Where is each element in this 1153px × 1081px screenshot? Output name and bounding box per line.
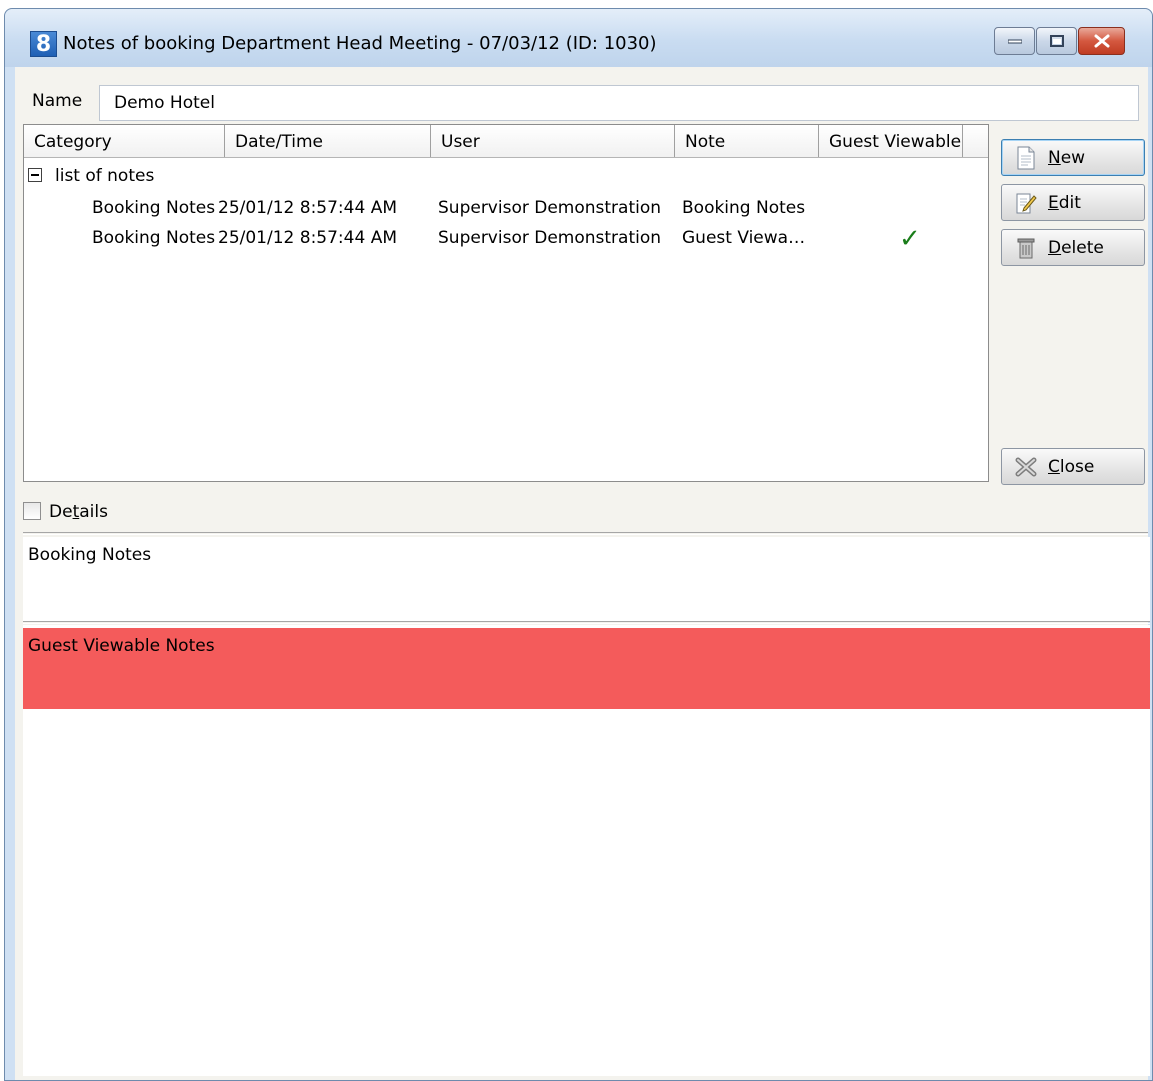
new-label: ew xyxy=(1060,147,1086,168)
cell-note: Guest Viewa… xyxy=(682,228,806,248)
details-checkbox[interactable] xyxy=(23,502,41,520)
grid-header: Category Date/Time User Note Guest Viewa… xyxy=(24,125,988,158)
close-window-button[interactable] xyxy=(1078,27,1125,55)
edit-button[interactable]: Edit xyxy=(1001,184,1145,221)
close-label: lose xyxy=(1059,456,1095,477)
delete-button[interactable]: Delete xyxy=(1001,229,1145,266)
window-title: Notes of booking Department Head Meeting… xyxy=(63,33,657,54)
details-divider xyxy=(23,532,1148,535)
close-label-accel: C xyxy=(1048,456,1060,477)
close-button[interactable]: Close xyxy=(1001,448,1145,485)
new-label-accel: N xyxy=(1048,147,1061,168)
checkmark-icon: ✓ xyxy=(899,224,921,254)
new-button[interactable]: New xyxy=(1001,139,1145,176)
guest-notes-highlight: Guest Viewable Notes xyxy=(23,628,1150,709)
name-row: Name Demo Hotel xyxy=(15,77,1148,121)
details-label[interactable]: Details xyxy=(49,502,108,522)
minimize-button[interactable] xyxy=(994,27,1035,55)
collapse-icon[interactable] xyxy=(28,168,42,182)
name-label: Name xyxy=(32,91,83,111)
trash-icon xyxy=(1014,236,1038,260)
cell-datetime: 25/01/12 8:57:44 AM xyxy=(218,198,397,218)
column-header-datetime[interactable]: Date/Time xyxy=(225,125,431,157)
column-header-note[interactable]: Note xyxy=(675,125,819,157)
new-document-icon xyxy=(1014,146,1038,170)
delete-label: elete xyxy=(1061,237,1104,258)
delete-label-accel: D xyxy=(1048,237,1062,258)
edit-label-accel: E xyxy=(1048,192,1059,213)
edit-icon xyxy=(1014,191,1038,215)
notes-window: 8 Notes of booking Department Head Meeti… xyxy=(4,8,1153,1081)
maximize-icon xyxy=(1049,35,1064,47)
title-bar[interactable]: 8 Notes of booking Department Head Meeti… xyxy=(5,9,1152,67)
close-icon xyxy=(1094,34,1109,48)
app-icon: 8 xyxy=(30,31,57,57)
name-field[interactable]: Demo Hotel xyxy=(99,85,1139,121)
booking-notes-text: Booking Notes xyxy=(28,545,152,565)
cell-note: Booking Notes xyxy=(682,198,806,218)
edit-label: dit xyxy=(1058,192,1081,213)
group-row[interactable]: list of notes xyxy=(28,166,154,186)
cell-category: Booking Notes xyxy=(92,228,216,248)
details-label-pre: De xyxy=(49,502,73,522)
cell-user: Supervisor Demonstration xyxy=(438,198,662,218)
column-header-user[interactable]: User xyxy=(431,125,675,157)
details-label-post: ails xyxy=(79,502,108,522)
guest-notes-text: Guest Viewable Notes xyxy=(28,636,215,656)
window-controls xyxy=(993,27,1125,55)
cell-user: Supervisor Demonstration xyxy=(438,228,662,248)
notes-grid[interactable]: Category Date/Time User Note Guest Viewa… xyxy=(23,124,989,482)
cell-datetime: 25/01/12 8:57:44 AM xyxy=(218,228,397,248)
notes-divider[interactable] xyxy=(23,621,1150,624)
column-header-category[interactable]: Category xyxy=(24,125,225,157)
close-x-icon xyxy=(1014,455,1038,479)
guest-notes-area[interactable]: Guest Viewable Notes xyxy=(23,625,1150,1076)
group-label: list of notes xyxy=(55,166,155,186)
action-buttons: New Edit Delete Close xyxy=(995,124,1145,485)
cell-category: Booking Notes xyxy=(92,198,216,218)
column-header-guest-viewable[interactable]: Guest Viewable xyxy=(819,125,963,157)
minimize-icon xyxy=(1007,39,1022,44)
booking-notes-area[interactable]: Booking Notes xyxy=(23,537,1150,621)
window-body: Name Demo Hotel Category Date/Time User … xyxy=(15,67,1150,1080)
maximize-button[interactable] xyxy=(1036,27,1077,55)
